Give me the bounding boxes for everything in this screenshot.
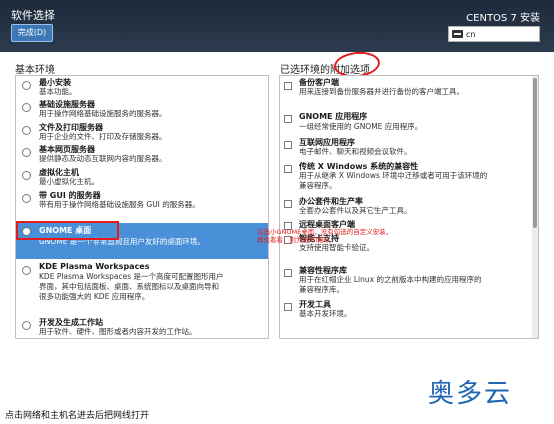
product-title: CENTOS 7 安装 [466, 13, 540, 24]
base-environment-list[interactable]: 最小安装 基本功能。 基础设施服务器 用于操作网络基础设施服务的服务器。 文件及… [15, 75, 269, 339]
addon-item-desc: 支持使用智能卡验证。 [299, 243, 374, 252]
watermark-logo: 奥多云 [428, 379, 513, 409]
addons-list[interactable]: 备份客户端 用来连接到备份服务器并进行备份的客户端工具。 GNOME 应用程序 … [279, 75, 539, 339]
red-annotation: 勾选小GNOME桌面，没有勾选的自定义安装， 再也看看，则为选环境的。 [257, 228, 392, 244]
highlight-box [16, 221, 119, 240]
env-item-kde[interactable]: KDE Plasma Workspaces KDE Plasma Workspa… [16, 262, 268, 306]
radio-button[interactable] [22, 266, 31, 275]
env-item-minimal[interactable]: 最小安装 基本功能。 [16, 76, 268, 100]
env-item-desc: 最小虚拟化主机。 [39, 177, 99, 186]
keyboard-icon [452, 30, 463, 38]
radio-button[interactable] [22, 194, 31, 203]
addon-item-desc: 用于从继承 X Windows 环境中迁移或者可用于该环境的 [299, 171, 488, 180]
addon-item-desc: 用于在红帽企业 Linux 的之前版本中构建的应用程序的 [299, 275, 482, 284]
addon-item-compat-libs[interactable]: 兼容性程序库 用于在红帽企业 Linux 的之前版本中构建的应用程序的 兼容程序… [280, 264, 538, 298]
env-item-desc: KDE Plasma Workspaces 是一个高度可配置图形用户 [39, 272, 224, 281]
header-bar: 软件选择 完成(D) CENTOS 7 安装 cn [0, 0, 554, 52]
base-environment-title: 基本环境 [15, 65, 55, 76]
addon-item-desc: 用来连接到备份服务器并进行备份的客户端工具。 [299, 87, 464, 96]
env-item-desc: 界面，其中包括面板、桌面、系统图标以及桌面向导和 [39, 282, 219, 291]
env-item-desc: 基本功能。 [39, 87, 77, 96]
scroll-thumb[interactable] [533, 78, 537, 228]
addon-item-internet-apps[interactable]: 互联网应用程序 电子邮件、聊天和视频会议软件。 [280, 136, 538, 160]
env-item-infrastructure[interactable]: 基础设施服务器 用于操作网络基础设施服务的服务器。 [16, 98, 268, 122]
env-item-server-gui[interactable]: 带 GUI 的服务器 带有用于操作网络基础设施服务 GUI 的服务器。 [16, 189, 268, 213]
checkbox[interactable] [284, 269, 292, 277]
addon-item-desc: 兼容程序库。 [299, 285, 344, 294]
addon-item-gnome-apps[interactable]: GNOME 应用程序 一组经常使用的 GNOME 应用程序。 [280, 110, 538, 134]
checkbox[interactable] [284, 200, 292, 208]
env-item-virtualization[interactable]: 虚拟化主机 最小虚拟化主机。 [16, 166, 268, 190]
env-item-desc: 提供静态及动态互联网内容的服务器。 [39, 154, 167, 163]
checkbox[interactable] [284, 82, 292, 90]
env-item-desc: 用于操作网络基础设施服务的服务器。 [39, 109, 167, 118]
annotation-line: 再也看看，则为选环境的。 [257, 236, 335, 244]
radio-button[interactable] [22, 171, 31, 180]
checkbox[interactable] [284, 303, 292, 311]
annotation-line: 勾选小GNOME桌面，没有勾选的自定义安装， [257, 228, 393, 236]
radio-button[interactable] [22, 126, 31, 135]
radio-button[interactable] [22, 321, 31, 330]
addon-item-desc: 电子邮件、聊天和视频会议软件。 [299, 147, 412, 156]
env-item-name: KDE Plasma Workspaces [39, 262, 150, 271]
page-title: 软件选择 [11, 9, 55, 22]
env-item-desc: 带有用于操作网络基础设施服务 GUI 的服务器。 [39, 200, 200, 209]
radio-button[interactable] [22, 148, 31, 157]
env-item-web-server[interactable]: 基本网页服务器 提供静态及动态互联网内容的服务器。 [16, 143, 268, 167]
addons-scrollbar[interactable] [532, 76, 538, 338]
addon-item-desc: 一组经常使用的 GNOME 应用程序。 [299, 122, 423, 131]
env-item-desc: 用于软件、硬件、图形或者内容开发的工作站。 [39, 327, 197, 336]
env-item-desc: 很多功能强大的 KDE 应用程序。 [39, 292, 150, 301]
env-item-file-print[interactable]: 文件及打印服务器 用于企业的文件、打印及存储服务器。 [16, 121, 268, 145]
keyboard-layout-indicator[interactable]: cn [448, 26, 540, 42]
env-item-dev-workstation[interactable]: 开发及生成工作站 用于软件、硬件、图形或者内容开发的工作站。 [16, 316, 268, 338]
addon-item-backup-client[interactable]: 备份客户端 用来连接到备份服务器并进行备份的客户端工具。 [280, 76, 538, 100]
addon-item-desc: 全套办公套件以及其它生产工具。 [299, 206, 412, 215]
env-item-desc: 用于企业的文件、打印及存储服务器。 [39, 132, 167, 141]
radio-button[interactable] [22, 103, 31, 112]
addon-item-office-suite[interactable]: 办公套件和生产率 全套办公套件以及其它生产工具。 [280, 195, 538, 219]
checkbox[interactable] [284, 115, 292, 123]
addon-item-name: GNOME 应用程序 [299, 112, 368, 121]
addon-item-desc: 兼容程序。 [299, 181, 337, 190]
addon-item-desc: 基本开发环境。 [299, 309, 352, 318]
keyboard-layout-label: cn [466, 29, 476, 39]
checkbox[interactable] [284, 165, 292, 173]
addon-item-x-windows-compat[interactable]: 传统 X Windows 系统的兼容性 用于从继承 X Windows 环境中迁… [280, 160, 538, 194]
caption-text: 点击网络和主机名进去后把网线打开 [5, 411, 150, 421]
radio-button[interactable] [22, 81, 31, 90]
addon-item-dev-tools[interactable]: 开发工具 基本开发环境。 [280, 298, 538, 322]
done-button[interactable]: 完成(D) [11, 24, 53, 42]
checkbox[interactable] [284, 141, 292, 149]
